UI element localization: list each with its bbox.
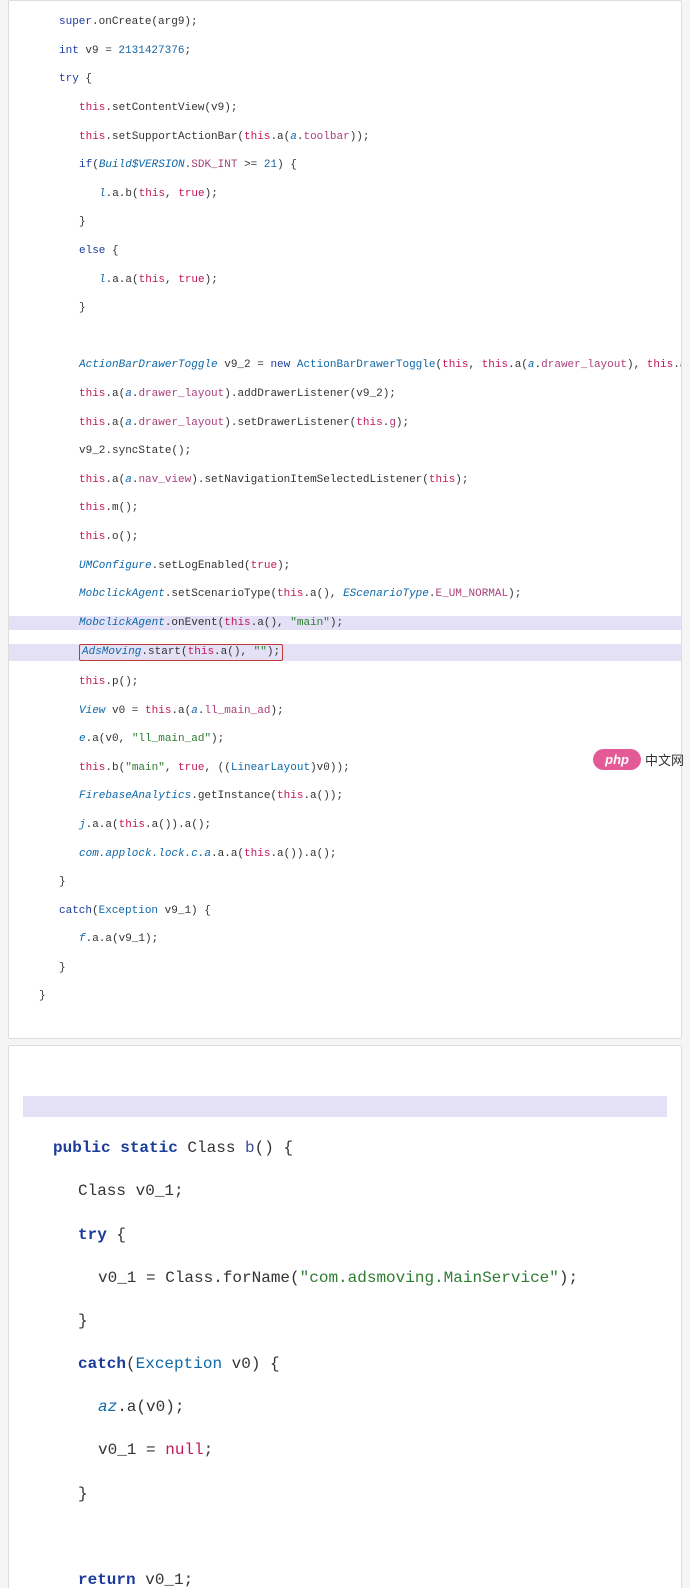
php-cn-badge: php 中文网 (593, 749, 684, 770)
adsmoving-line: AdsMoving.start(this.a(), ""); (9, 644, 681, 660)
code-block-bottom: public static Class b() { Class v0_1; tr… (8, 1045, 682, 1588)
code-block-top: super.onCreate(arg9); int v9 = 213142737… (8, 0, 682, 1039)
php-logo-icon: php (593, 749, 641, 770)
